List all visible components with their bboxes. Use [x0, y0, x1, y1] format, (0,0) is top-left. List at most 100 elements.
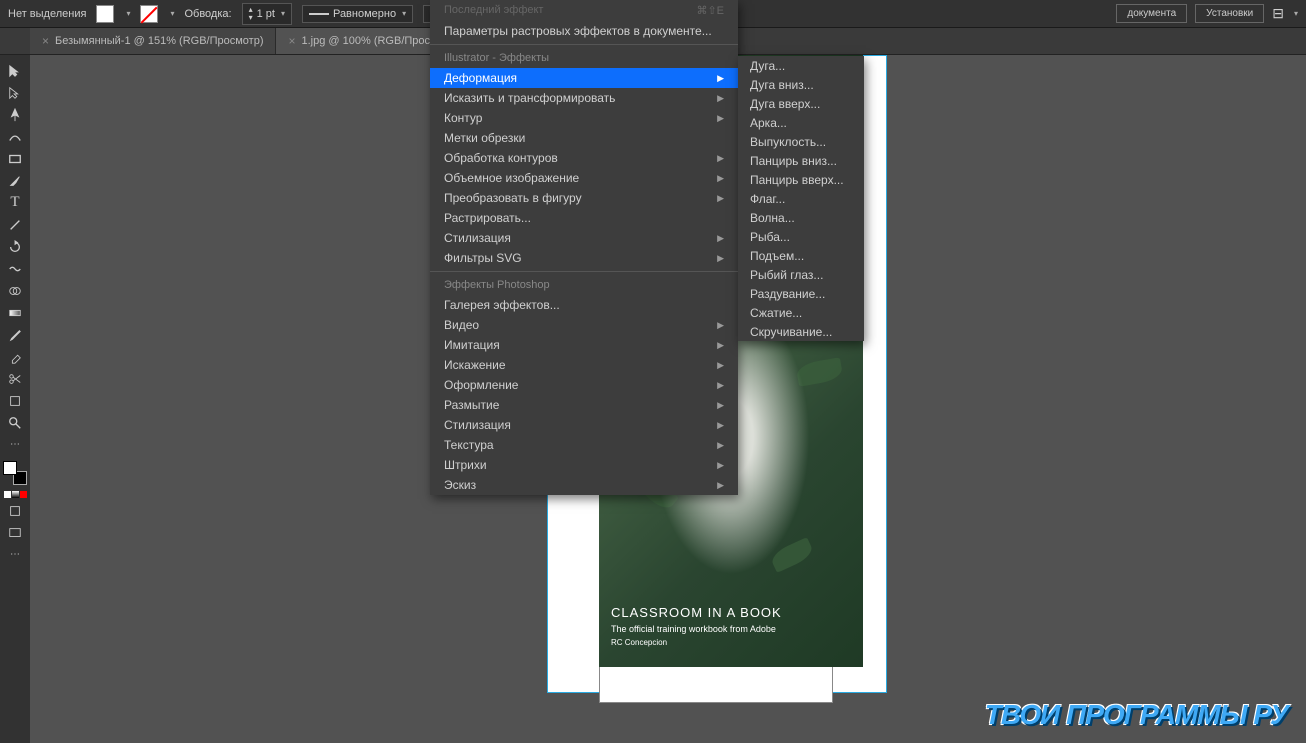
submenu-item[interactable]: Арка...	[738, 113, 864, 132]
stepper-icon[interactable]: ▴▾	[249, 6, 253, 22]
line-tool[interactable]	[3, 215, 27, 234]
document-tab[interactable]: × Безымянный-1 @ 151% (RGB/Просмотр)	[30, 28, 276, 54]
direct-selection-tool[interactable]	[3, 83, 27, 102]
menu-item[interactable]: Растрировать...	[430, 208, 738, 228]
submenu-item[interactable]: Дуга вниз...	[738, 75, 864, 94]
menu-item[interactable]: Искажение▶	[430, 355, 738, 375]
menu-item-disabled: Последний эффект ⌘⇧E	[430, 0, 738, 21]
zoom-tool[interactable]	[3, 413, 27, 432]
menu-item[interactable]: Объемное изображение▶	[430, 168, 738, 188]
menu-item[interactable]: Эскиз▶	[430, 475, 738, 495]
submenu-item[interactable]: Панцирь вниз...	[738, 151, 864, 170]
chevron-right-icon: ▶	[717, 320, 724, 331]
chevron-down-icon[interactable]: ▾	[402, 9, 406, 18]
artboard-tool[interactable]	[3, 391, 27, 410]
screen-mode[interactable]	[3, 523, 27, 542]
fill-stroke-swatch[interactable]	[3, 461, 27, 485]
menu-item[interactable]: Галерея эффектов...	[430, 295, 738, 315]
menu-item[interactable]: Метки обрезки	[430, 128, 738, 148]
eraser-tool[interactable]	[3, 347, 27, 366]
preferences-button[interactable]: Установки	[1195, 4, 1264, 23]
warp-submenu: Дуга...Дуга вниз...Дуга вверх...Арка...В…	[738, 56, 864, 341]
menu-separator	[430, 44, 738, 45]
menu-section-header: Illustrator - Эффекты	[430, 48, 738, 68]
menu-item[interactable]: Оформление▶	[430, 375, 738, 395]
chevron-right-icon: ▶	[717, 360, 724, 371]
menu-item[interactable]: Штрихи▶	[430, 455, 738, 475]
submenu-item[interactable]: Выпуклость...	[738, 132, 864, 151]
submenu-item[interactable]: Раздувание...	[738, 284, 864, 303]
eyedropper-tool[interactable]	[3, 325, 27, 344]
stroke-label: Обводка:	[184, 8, 231, 20]
menu-item[interactable]: Деформация▶	[430, 68, 738, 88]
gradient-tool[interactable]	[3, 303, 27, 322]
document-setup-button[interactable]: документа	[1116, 4, 1187, 23]
selection-tool[interactable]	[3, 61, 27, 80]
align-icon[interactable]: ⊟	[1272, 5, 1284, 22]
menu-item[interactable]: Обработка контуров▶	[430, 148, 738, 168]
menu-item[interactable]: Размытие▶	[430, 395, 738, 415]
edit-toolbar[interactable]: ⋯	[3, 435, 27, 454]
chevron-right-icon: ▶	[717, 380, 724, 391]
menu-item[interactable]: Текстура▶	[430, 435, 738, 455]
menu-item[interactable]: Стилизация▶	[430, 415, 738, 435]
submenu-item[interactable]: Флаг...	[738, 189, 864, 208]
toolbox: T ⋯ ⋯	[0, 55, 30, 743]
close-icon[interactable]: ×	[288, 34, 295, 48]
chevron-right-icon: ▶	[717, 340, 724, 351]
pen-tool[interactable]	[3, 105, 27, 124]
menu-item-raster-settings[interactable]: Параметры растровых эффектов в документе…	[430, 21, 738, 41]
chevron-right-icon: ▶	[717, 193, 724, 204]
image-caption: CLASSROOM IN A BOOK The official trainin…	[611, 605, 782, 647]
effects-menu: Последний эффект ⌘⇧E Параметры растровых…	[430, 0, 738, 495]
menu-item[interactable]: Стилизация▶	[430, 228, 738, 248]
selection-status: Нет выделения	[8, 8, 86, 20]
menu-item[interactable]: Фильтры SVG▶	[430, 248, 738, 268]
chevron-right-icon: ▶	[717, 113, 724, 124]
chevron-right-icon: ▶	[717, 480, 724, 491]
shape-builder-tool[interactable]	[3, 281, 27, 300]
width-tool[interactable]	[3, 259, 27, 278]
more-tools[interactable]: ⋯	[3, 545, 27, 564]
menu-separator	[430, 271, 738, 272]
chevron-down-icon[interactable]: ▾	[126, 9, 130, 18]
submenu-item[interactable]: Сжатие...	[738, 303, 864, 322]
submenu-item[interactable]: Рыба...	[738, 227, 864, 246]
submenu-item[interactable]: Рыбий глаз...	[738, 265, 864, 284]
menu-item[interactable]: Контур▶	[430, 108, 738, 128]
menu-section-header: Эффекты Photoshop	[430, 275, 738, 295]
type-tool[interactable]: T	[3, 193, 27, 212]
chevron-right-icon: ▶	[717, 233, 724, 244]
draw-mode[interactable]	[3, 501, 27, 520]
close-icon[interactable]: ×	[42, 34, 49, 48]
scissors-tool[interactable]	[3, 369, 27, 388]
submenu-item[interactable]: Подъем...	[738, 246, 864, 265]
submenu-item[interactable]: Панцирь вверх...	[738, 170, 864, 189]
menu-item[interactable]: Преобразовать в фигуру▶	[430, 188, 738, 208]
chevron-right-icon: ▶	[717, 153, 724, 164]
curvature-tool[interactable]	[3, 127, 27, 146]
chevron-right-icon: ▶	[717, 440, 724, 451]
chevron-right-icon: ▶	[717, 73, 724, 84]
menu-item[interactable]: Имитация▶	[430, 335, 738, 355]
chevron-down-icon[interactable]: ▾	[170, 9, 174, 18]
chevron-down-icon[interactable]: ▾	[281, 9, 285, 18]
submenu-item[interactable]: Волна...	[738, 208, 864, 227]
chevron-right-icon: ▶	[717, 93, 724, 104]
chevron-right-icon: ▶	[717, 420, 724, 431]
menu-item[interactable]: Видео▶	[430, 315, 738, 335]
submenu-item[interactable]: Дуга вверх...	[738, 94, 864, 113]
chevron-right-icon: ▶	[717, 400, 724, 411]
chevron-down-icon[interactable]: ▾	[1294, 9, 1298, 18]
stroke-weight-input[interactable]: ▴▾ 1 pt ▾	[242, 3, 292, 25]
color-mode-bar[interactable]	[4, 491, 27, 498]
menu-item[interactable]: Исказить и трансформировать▶	[430, 88, 738, 108]
submenu-item[interactable]: Дуга...	[738, 56, 864, 75]
fill-swatch[interactable]	[96, 5, 114, 23]
stroke-swatch[interactable]	[140, 5, 158, 23]
submenu-item[interactable]: Скручивание...	[738, 322, 864, 341]
rotate-tool[interactable]	[3, 237, 27, 256]
paintbrush-tool[interactable]	[3, 171, 27, 190]
stroke-profile-dropdown[interactable]: Равномерно ▾	[302, 5, 413, 23]
rectangle-tool[interactable]	[3, 149, 27, 168]
